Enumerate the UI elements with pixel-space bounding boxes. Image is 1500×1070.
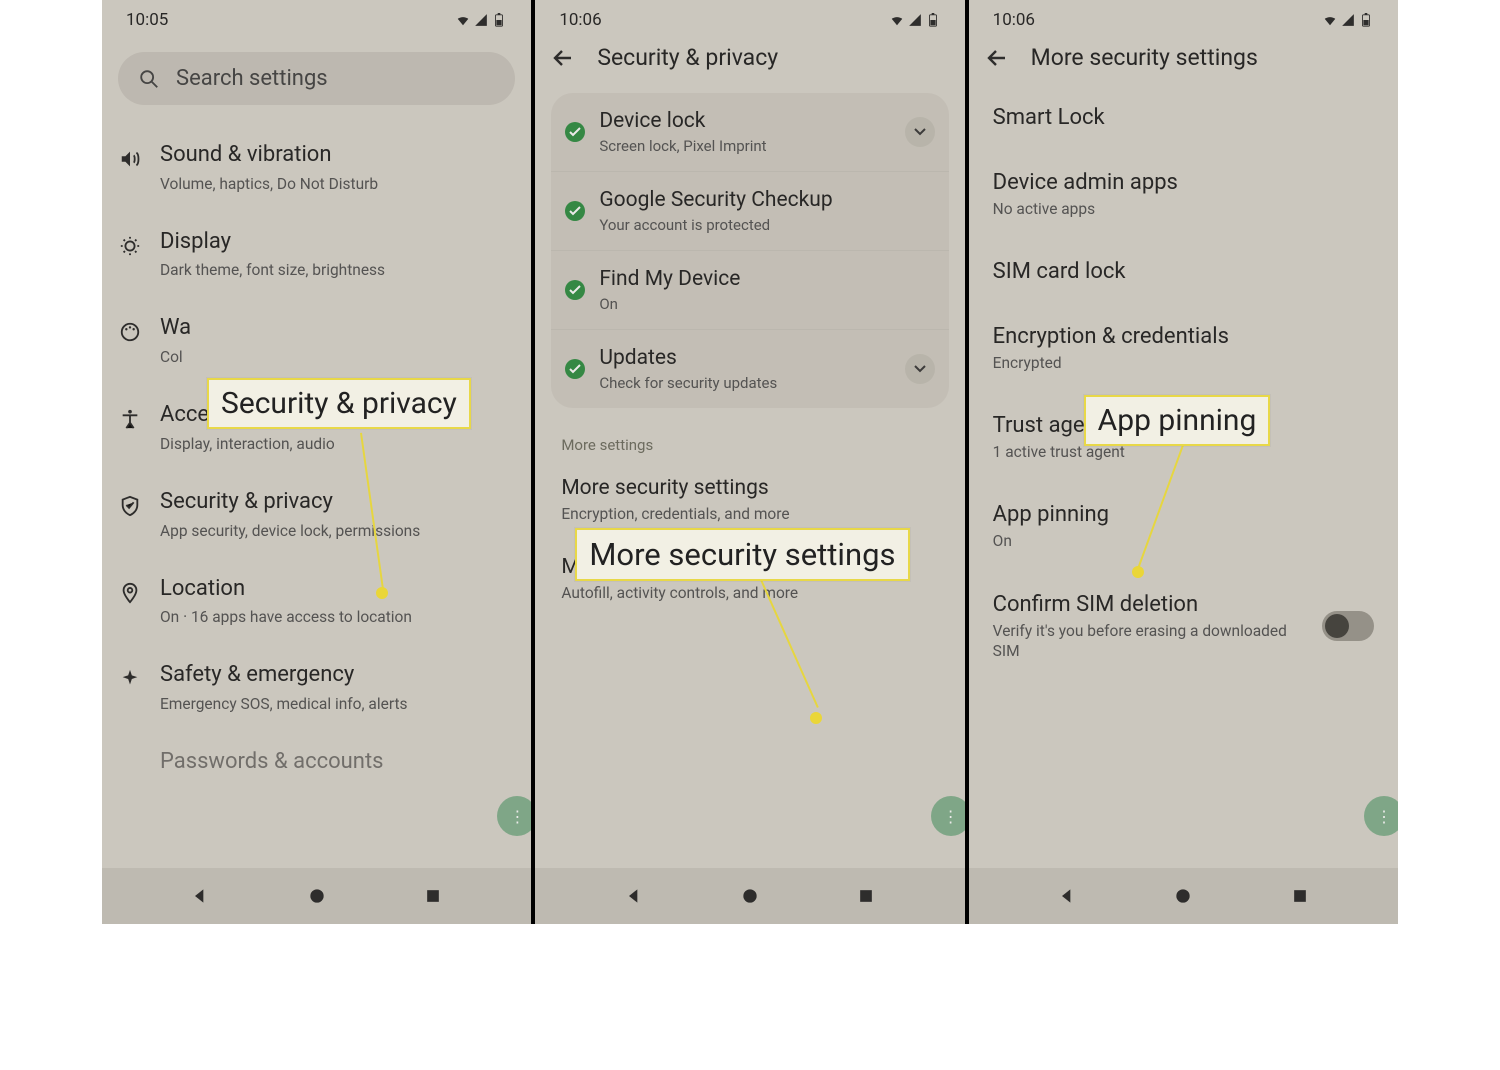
row-device-admin-apps[interactable]: Device admin appsNo active apps [993,150,1374,239]
chevron-down-icon[interactable] [905,117,935,147]
wifi-icon [1322,13,1338,27]
signal-icon [1340,13,1356,27]
row-app-pinning[interactable]: App pinningOn [993,482,1374,571]
row-location[interactable]: LocationOn · 16 apps have access to loca… [118,559,515,646]
phone-screen-1: 10:05 Search settings Sound & vibrationV… [102,0,535,924]
signal-icon [907,13,923,27]
battery-icon [491,13,507,27]
back-button[interactable] [985,46,1009,70]
search-input[interactable]: Search settings [118,52,515,105]
check-icon [565,359,585,379]
page-title: More security settings [1031,44,1258,71]
check-icon [565,201,585,221]
emergency-icon [118,667,142,691]
phone-screen-3: 10:06 More security settings Smart Lock … [969,0,1398,924]
brightness-icon [118,234,142,258]
nav-bar [102,868,531,924]
status-icons [1322,13,1374,27]
status-icons [889,13,941,27]
callout-app-pinning: App pinning [1084,395,1271,446]
row-smart-lock[interactable]: Smart Lock [993,85,1374,150]
row-encryption-credentials[interactable]: Encryption & credentialsEncrypted [993,304,1374,393]
nav-bar [969,868,1398,924]
row-security-privacy[interactable]: Security & privacyApp security, device l… [118,472,515,559]
wifi-icon [889,13,905,27]
row-sim-card-lock[interactable]: SIM card lock [993,239,1374,304]
clock: 10:06 [559,10,601,30]
card-updates[interactable]: UpdatesCheck for security updates [551,330,948,408]
row-sound-vibration[interactable]: Sound & vibrationVolume, haptics, Do Not… [118,125,515,212]
check-icon [565,122,585,142]
check-icon [565,280,585,300]
toggle-switch[interactable] [1322,611,1374,641]
callout-more-security-settings: More security settings [575,528,909,581]
clock: 10:05 [126,10,168,30]
shield-icon [118,494,142,518]
nav-back-icon[interactable] [190,886,210,906]
section-label: More settings [561,436,938,454]
fab-button[interactable]: ⋮ [1364,796,1398,836]
wifi-icon [455,13,471,27]
nav-back-icon[interactable] [624,886,644,906]
fab-button[interactable]: ⋮ [497,796,535,836]
search-placeholder: Search settings [176,66,328,91]
accessibility-icon [118,407,142,431]
status-icons [455,13,507,27]
back-button[interactable] [551,46,575,70]
chevron-down-icon[interactable] [905,354,935,384]
page-title: Security & privacy [597,44,778,71]
appbar: Security & privacy [535,34,964,85]
nav-bar [535,868,964,924]
nav-back-icon[interactable] [1057,886,1077,906]
phone-screen-2: 10:06 Security & privacy Device lockScre… [535,0,968,924]
nav-home-icon[interactable] [1173,886,1193,906]
card-find-my-device[interactable]: Find My DeviceOn [551,251,948,330]
row-confirm-sim-deletion[interactable]: Confirm SIM deletionVerify it's you befo… [993,572,1374,681]
key-icon [118,754,142,778]
status-bar: 10:05 [102,0,531,34]
callout-security-privacy: Security & privacy [207,378,471,429]
row-display[interactable]: DisplayDark theme, font size, brightness [118,212,515,299]
nav-home-icon[interactable] [740,886,760,906]
appbar: More security settings [969,34,1398,85]
status-bar: 10:06 [969,0,1398,34]
nav-recent-icon[interactable] [423,886,443,906]
card-device-lock[interactable]: Device lockScreen lock, Pixel Imprint [551,93,948,172]
nav-recent-icon[interactable] [856,886,876,906]
nav-home-icon[interactable] [307,886,327,906]
search-icon [138,68,160,90]
security-status-card: Device lockScreen lock, Pixel Imprint Go… [551,93,948,408]
row-wallpaper[interactable]: WaCol [118,298,515,385]
status-bar: 10:06 [535,0,964,34]
row-safety-emergency[interactable]: Safety & emergencyEmergency SOS, medical… [118,645,515,732]
fab-button[interactable]: ⋮ [931,796,969,836]
signal-icon [473,13,489,27]
row-passwords-accounts[interactable]: Passwords & accounts [118,732,515,796]
location-icon [118,581,142,605]
battery-icon [925,13,941,27]
battery-icon [1358,13,1374,27]
nav-recent-icon[interactable] [1290,886,1310,906]
row-more-security-settings[interactable]: More security settings Encryption, crede… [535,458,964,529]
card-google-security-checkup[interactable]: Google Security CheckupYour account is p… [551,172,948,251]
volume-icon [118,147,142,171]
palette-icon [118,320,142,344]
clock: 10:06 [993,10,1035,30]
